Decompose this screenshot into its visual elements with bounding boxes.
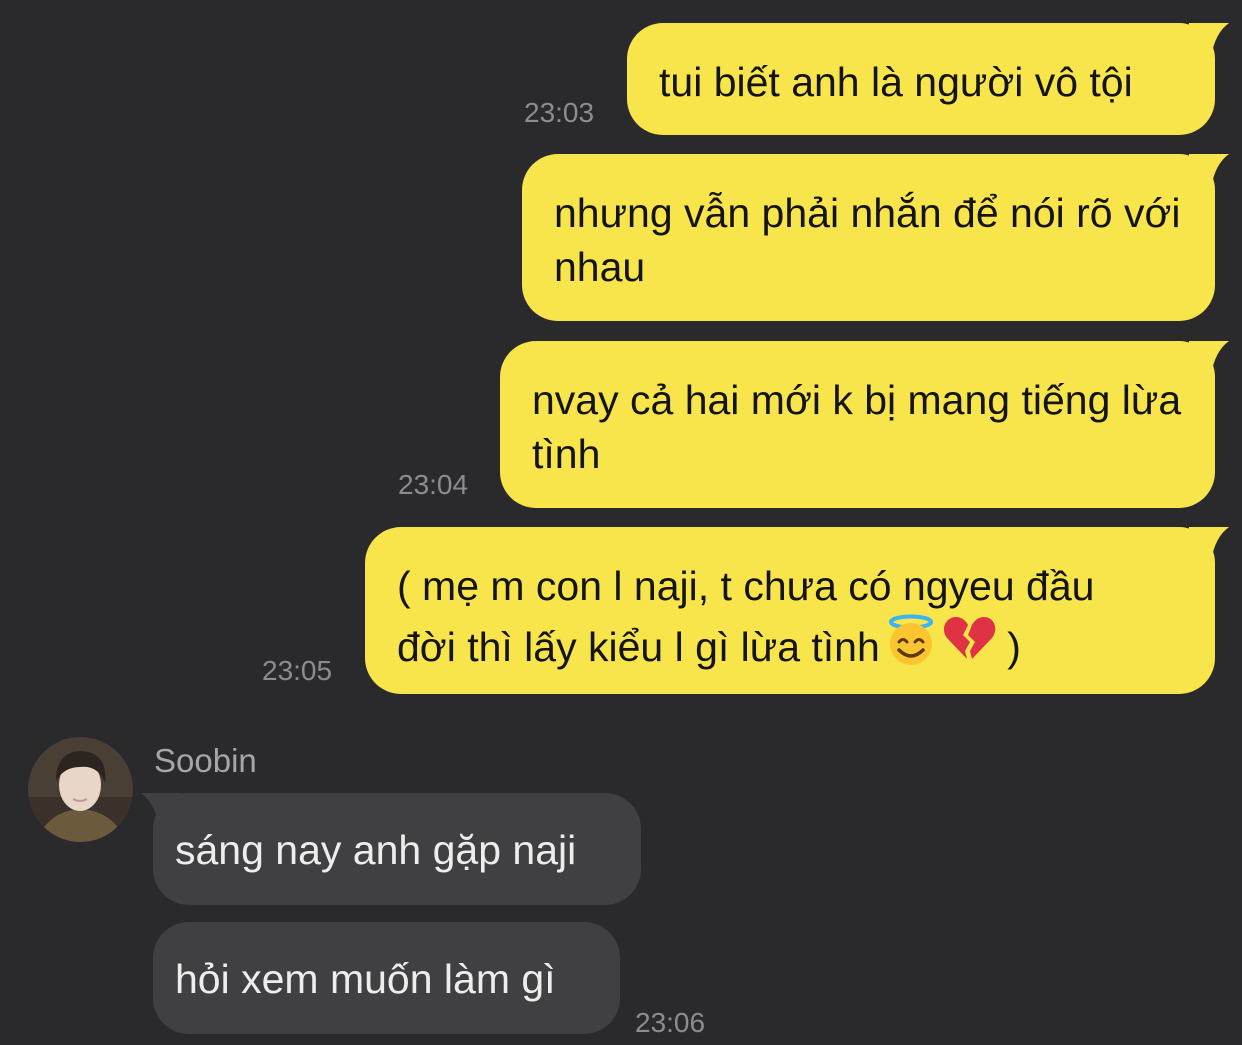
bubble-tail-icon [1189,527,1229,567]
message-timestamp: 23:03 [524,97,595,128]
incoming-message-bubble[interactable]: sáng nay anh gặp naji [141,793,641,905]
outgoing-message-bubble[interactable]: nvay cả hai mới k bị mang tiếng lừa tình [500,341,1229,508]
message-text: nhưng vẫn phải nhắn để nói rõ với nhau [554,190,1181,290]
message-text-line: ( mẹ m con l naji, t chưa có ngyeu đầu [397,563,1095,609]
outgoing-message-bubble[interactable]: tui biết anh là người vô tội [627,23,1229,135]
bubble-tail-icon [1189,341,1229,381]
incoming-message-bubble[interactable]: hỏi xem muốn làm gì [153,922,620,1034]
bubble-tail-icon [1189,23,1229,63]
message-text: đời thì lấy kiểu l gì lừa tình [397,624,880,670]
message-text: ) [995,624,1021,670]
message-text: nvay cả hai mới k bị mang tiếng lừa tình [532,377,1182,477]
avatar-photo [28,737,133,842]
message-text: sáng nay anh gặp naji [175,827,577,873]
message-timestamp: 23:05 [262,655,333,686]
message-timestamp: 23:06 [635,1007,706,1038]
avatar[interactable] [28,737,133,842]
message-text: hỏi xem muốn làm gì [175,956,556,1002]
smiling-face-with-halo-icon [884,613,938,680]
bubble-tail-icon [141,793,181,833]
message-text: tui biết anh là người vô tội [659,59,1133,105]
broken-heart-icon [942,613,996,680]
outgoing-message-bubble[interactable]: nhưng vẫn phải nhắn để nói rõ với nhau [522,154,1229,321]
sender-name: Soobin [154,742,257,779]
message-timestamp: 23:04 [398,469,469,500]
message-text-line: đời thì lấy kiểu l gì lừa tình ) [397,613,1185,680]
bubble-tail-icon [1189,154,1229,194]
outgoing-message-bubble[interactable]: ( mẹ m con l naji, t chưa có ngyeu đầu đ… [365,527,1229,694]
